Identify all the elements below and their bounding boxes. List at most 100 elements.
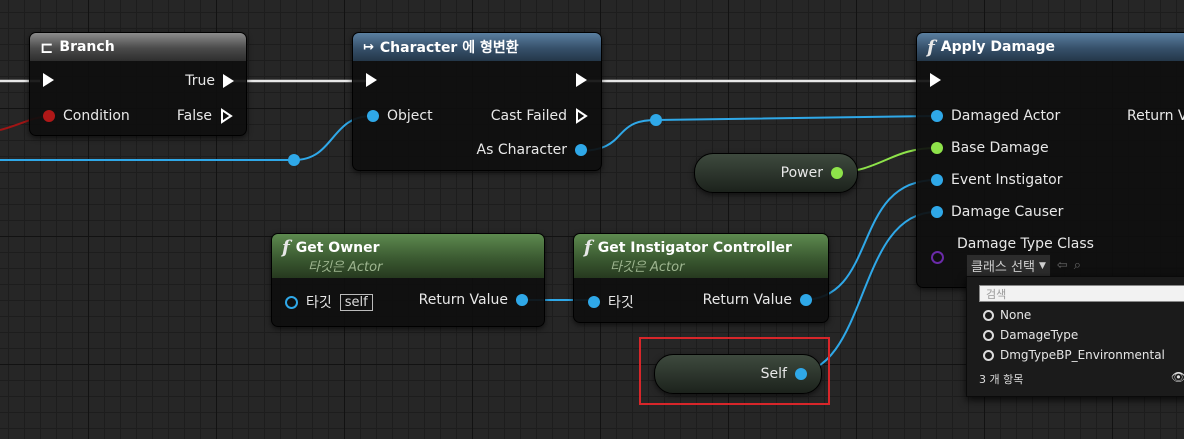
cast-as-character-pin[interactable]: As Character bbox=[477, 142, 587, 158]
apply-damage-return-pin[interactable]: Return V bbox=[1127, 108, 1184, 124]
damage-type-combo[interactable]: 클래스 선택 ▼ ⇦ ⌕ bbox=[966, 254, 1081, 277]
object-pin-icon bbox=[800, 294, 812, 306]
damage-type-class-pin[interactable] bbox=[931, 251, 944, 264]
function-icon: f bbox=[282, 237, 290, 258]
get-instigator-controller-node[interactable]: f Get Instigator Controller 타깃은 Actor 타깃… bbox=[573, 233, 829, 323]
cast-exec-out-pin[interactable] bbox=[576, 73, 587, 87]
dropdown-item-none[interactable]: None bbox=[983, 308, 1031, 322]
object-pin-icon bbox=[931, 174, 943, 186]
get-owner-header[interactable]: f Get Owner 타깃은 Actor bbox=[272, 234, 544, 278]
damage-type-class-label-row: Damage Type Class bbox=[957, 236, 1094, 252]
get-owner-subtitle: 타깃은 Actor bbox=[308, 260, 383, 275]
branch-condition-label: Condition bbox=[63, 108, 130, 124]
damaged-actor-wire bbox=[577, 115, 937, 152]
dropdown-item-damagetype[interactable]: DamageType bbox=[983, 328, 1078, 342]
exec-out-icon bbox=[576, 73, 587, 87]
branch-true-label: True bbox=[185, 73, 215, 89]
dropdown-item-label: DamageType bbox=[1000, 328, 1079, 342]
get-instigator-controller-header[interactable]: f Get Instigator Controller 타깃은 Actor bbox=[574, 234, 828, 278]
function-icon: f bbox=[584, 237, 592, 258]
damage-type-class-label: Damage Type Class bbox=[957, 236, 1094, 252]
wire-knot bbox=[288, 154, 300, 166]
cast-object-pin[interactable]: Object bbox=[367, 108, 433, 124]
object-pin-icon bbox=[367, 110, 379, 122]
exec-in-icon bbox=[366, 73, 377, 87]
power-label: Power bbox=[780, 165, 823, 181]
object-pin-icon bbox=[931, 206, 943, 218]
branch-node[interactable]: ⊏ Branch True Condition False bbox=[29, 32, 247, 136]
wire-knot bbox=[650, 114, 662, 126]
radio-icon bbox=[983, 349, 994, 361]
get-instigator-controller-subtitle: 타깃은 Actor bbox=[610, 260, 685, 275]
apply-damage-return-label: Return V bbox=[1127, 108, 1184, 124]
get-instigator-target-pin[interactable]: 타깃 bbox=[588, 292, 634, 312]
get-instigator-return-label: Return Value bbox=[702, 292, 792, 308]
highlight-box bbox=[639, 337, 830, 405]
cast-exec-in-pin[interactable] bbox=[366, 73, 377, 87]
get-owner-return-pin[interactable]: Return Value bbox=[419, 292, 528, 308]
cast-failed-label: Cast Failed bbox=[490, 108, 567, 124]
branch-icon: ⊏ bbox=[40, 37, 54, 57]
object-pin-icon bbox=[588, 296, 600, 308]
class-select-combo[interactable]: 클래스 선택 ▼ bbox=[966, 254, 1051, 277]
branch-false-pin[interactable]: False bbox=[177, 108, 234, 124]
get-owner-title: Get Owner bbox=[295, 239, 380, 256]
get-instigator-target-label: 타깃 bbox=[608, 295, 634, 311]
exec-in-icon bbox=[930, 73, 941, 87]
back-arrow-icon[interactable]: ⇦ bbox=[1057, 258, 1068, 273]
event-instigator-label: Event Instigator bbox=[951, 172, 1063, 188]
cast-node[interactable]: ↦ Character 에 형변환 Object Cast Failed As … bbox=[352, 32, 602, 171]
get-owner-node[interactable]: f Get Owner 타깃은 Actor 타깃 self Return Val… bbox=[271, 233, 545, 327]
exec-out-hollow-icon bbox=[576, 108, 588, 124]
apply-damage-exec-in-pin[interactable] bbox=[930, 73, 941, 87]
exec-out-icon bbox=[223, 74, 234, 88]
cast-title: Character 에 형변환 bbox=[379, 40, 519, 56]
branch-true-pin[interactable]: True bbox=[185, 73, 234, 89]
bool-pin-icon bbox=[43, 110, 55, 122]
event-instigator-pin[interactable]: Event Instigator bbox=[931, 172, 1063, 188]
get-instigator-return-pin[interactable]: Return Value bbox=[703, 292, 812, 308]
object-pin-icon bbox=[575, 144, 587, 156]
chevron-down-icon: ▼ bbox=[1038, 260, 1046, 271]
eye-icon[interactable]: 👁 bbox=[1171, 370, 1184, 384]
radio-icon bbox=[983, 329, 994, 341]
exec-in-icon bbox=[43, 73, 54, 87]
get-owner-target-pin[interactable]: 타깃 self bbox=[285, 292, 373, 312]
object-pin-icon bbox=[516, 294, 528, 306]
damaged-actor-label: Damaged Actor bbox=[951, 108, 1061, 124]
damage-causer-pin[interactable]: Damage Causer bbox=[931, 204, 1063, 220]
damaged-actor-pin[interactable]: Damaged Actor bbox=[931, 108, 1060, 124]
dropdown-item-label: None bbox=[1000, 308, 1032, 322]
get-owner-target-label: 타깃 bbox=[306, 295, 332, 311]
cast-header[interactable]: ↦ Character 에 형변환 bbox=[353, 33, 601, 61]
radio-icon bbox=[983, 309, 994, 321]
dropdown-item-count: 3 개 항목 bbox=[979, 373, 1024, 386]
search-icon[interactable]: ⌕ bbox=[1074, 258, 1081, 273]
dropdown-search-input[interactable]: 검색 bbox=[979, 285, 1184, 302]
cast-failed-pin[interactable]: Cast Failed bbox=[491, 108, 589, 124]
function-icon: f bbox=[927, 36, 935, 58]
dropdown-item-environmental[interactable]: DmgTypeBP_Environmental bbox=[983, 348, 1165, 362]
float-pin-icon[interactable] bbox=[831, 167, 843, 179]
branch-title: Branch bbox=[59, 39, 115, 55]
get-instigator-controller-title: Get Instigator Controller bbox=[597, 239, 792, 256]
dropdown-item-label: DmgTypeBP_Environmental bbox=[1000, 348, 1165, 362]
apply-damage-header[interactable]: f Apply Damage bbox=[917, 33, 1184, 61]
apply-damage-node[interactable]: f Apply Damage Damaged Actor Return V Ba… bbox=[916, 32, 1184, 288]
exec-out-hollow-icon bbox=[221, 108, 233, 124]
damage-causer-label: Damage Causer bbox=[951, 204, 1064, 220]
object-pin-hollow-icon bbox=[285, 295, 298, 309]
damage-type-dropdown[interactable]: 검색 None DamageType DmgTypeBP_Environment… bbox=[966, 276, 1184, 397]
class-select-value: 클래스 선택 bbox=[971, 260, 1035, 275]
branch-false-label: False bbox=[176, 108, 212, 124]
self-default-box: self bbox=[339, 293, 373, 311]
power-variable-node[interactable]: Power bbox=[694, 153, 858, 193]
get-owner-return-label: Return Value bbox=[418, 292, 508, 308]
cast-object-label: Object bbox=[387, 108, 433, 124]
branch-condition-pin[interactable]: Condition bbox=[43, 108, 130, 124]
class-pin-icon bbox=[931, 251, 944, 264]
base-damage-pin[interactable]: Base Damage bbox=[931, 140, 1049, 156]
branch-header[interactable]: ⊏ Branch bbox=[30, 33, 246, 61]
branch-exec-in-pin[interactable] bbox=[43, 73, 54, 87]
cast-as-character-label: As Character bbox=[476, 142, 567, 158]
